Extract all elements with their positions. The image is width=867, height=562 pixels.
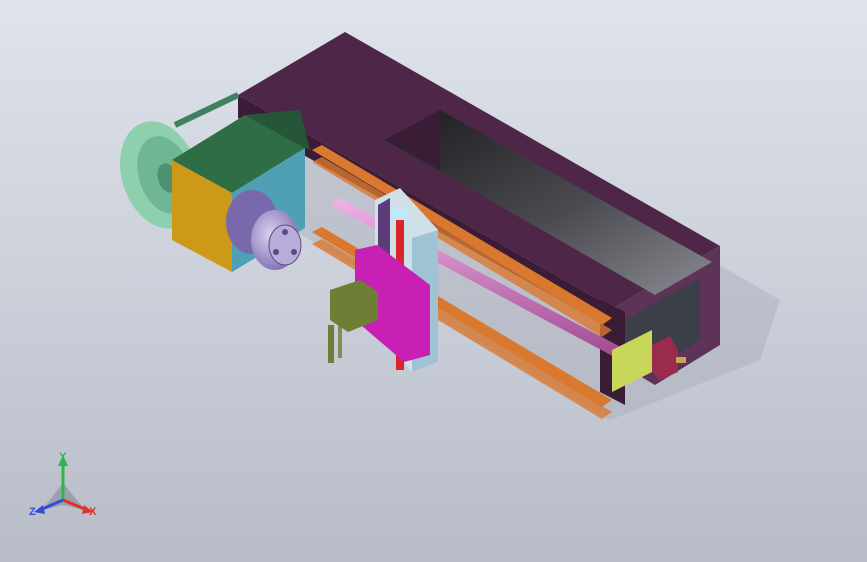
feed-motor-leg [328, 325, 334, 363]
feed-motor-leg [338, 320, 342, 358]
cad-viewport[interactable]: Y X Z [0, 0, 867, 562]
axis-z-label: Z [29, 506, 36, 518]
axis-y-label: Y [59, 451, 67, 463]
stepper-shaft [676, 357, 686, 363]
chuck-jaw [291, 249, 297, 255]
axis-x-label: X [89, 506, 97, 518]
chuck-jaw [282, 229, 288, 235]
chuck-jaw [273, 249, 279, 255]
lathe-assembly-model[interactable]: Y X Z [0, 0, 867, 562]
spindle-collar [392, 210, 408, 220]
axis-triad-icon: Y X Z [29, 451, 97, 518]
